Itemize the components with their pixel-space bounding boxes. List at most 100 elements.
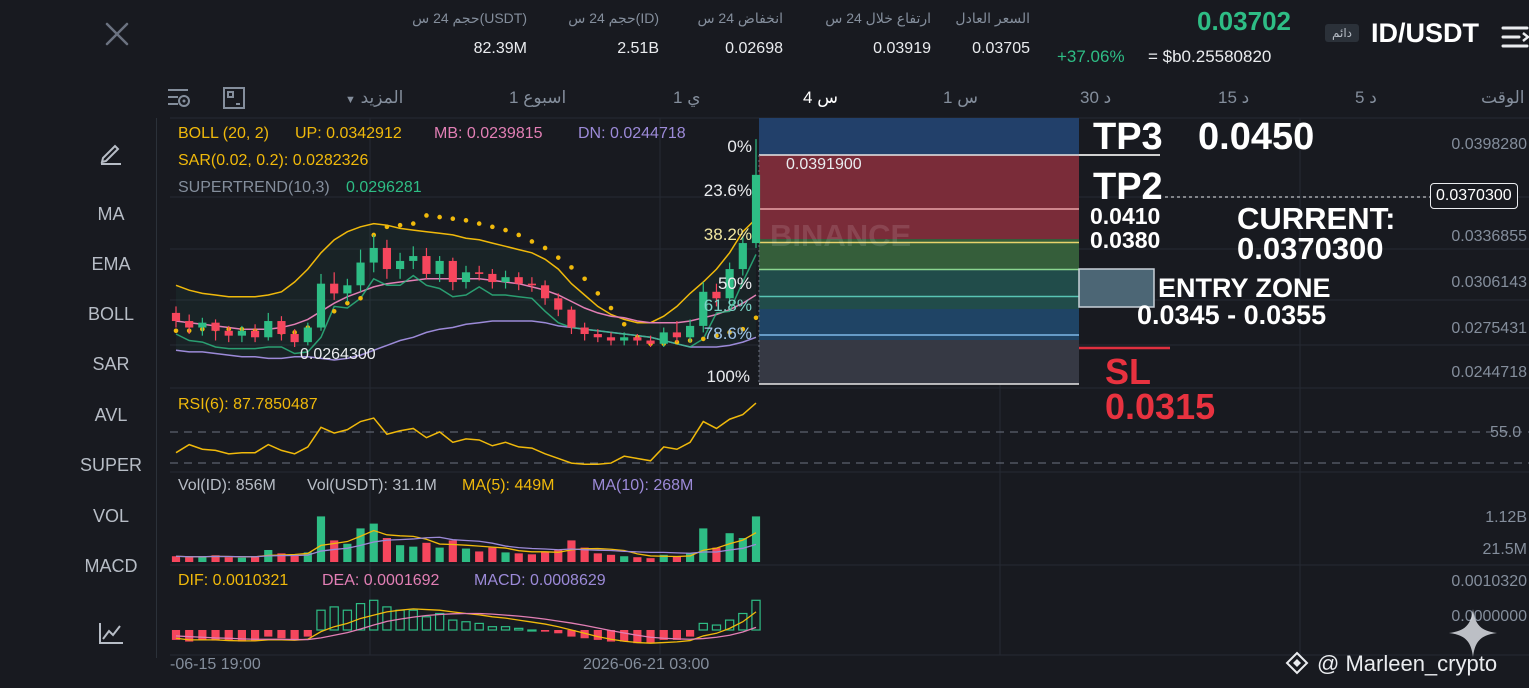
volume-bar: [382, 538, 391, 562]
supertrend-value: 0.0296281: [346, 179, 422, 196]
volume-bar: [448, 540, 457, 562]
candle-body: [672, 332, 681, 338]
volume-bar: [185, 557, 194, 562]
candle-body: [633, 337, 642, 341]
boll-name: BOLL (20, 2): [178, 125, 270, 142]
sar-dot: [463, 218, 469, 223]
candle-body: [620, 337, 629, 341]
sar-dot: [490, 224, 495, 230]
macd-bar: [421, 616, 432, 631]
sar-dot: [476, 221, 482, 226]
macd-bar: [211, 630, 220, 641]
macd-bar: [408, 609, 418, 631]
boll-up: UP: 0.0342912: [295, 125, 402, 142]
macd-bar: [711, 624, 722, 631]
candle-body: [567, 309, 576, 328]
fib-label-50: 50%: [717, 274, 752, 293]
macd-bar: [751, 599, 761, 631]
macd-bar: [434, 612, 445, 631]
macd-bar: [355, 602, 366, 631]
volume-bar: [725, 533, 734, 562]
entry-zone-value: 0.0345 - 0.0355: [1137, 300, 1327, 330]
fib-label-236: 23.6%: [703, 181, 752, 200]
candle-body: [422, 256, 431, 274]
volume-bar: [171, 556, 181, 562]
sar-dot: [582, 276, 587, 282]
macd-bar: [686, 630, 695, 637]
sar-dot: [173, 328, 179, 334]
volume-bar: [699, 528, 708, 562]
volume-bar: [475, 551, 484, 562]
volume-bar: [488, 547, 497, 562]
price-axis-label: 0.0336855: [1451, 228, 1527, 245]
volume-bar: [422, 542, 431, 562]
volume-bar: [251, 556, 260, 562]
volume-bar: [501, 552, 510, 562]
sar-value: SAR(0.02, 0.2): 0.0282326: [178, 152, 369, 169]
candle-body: [527, 283, 536, 286]
price-axis-label: 0.0398280: [1451, 136, 1527, 153]
candle-body: [409, 256, 418, 261]
volume-bar: [198, 556, 207, 562]
macd-axis-label: 0.0010320: [1451, 573, 1527, 590]
high-price-label: 0.0391900: [786, 156, 862, 173]
macd-bar: [620, 630, 629, 642]
sar-dot: [569, 265, 574, 270]
candle-body: [343, 285, 352, 294]
macd-bar: [224, 630, 233, 641]
fib-label-786: 78.6%: [703, 324, 752, 343]
boll-mb: MB: 0.0239815: [434, 125, 543, 142]
volume-bar: [514, 553, 523, 562]
candle-body: [448, 260, 457, 283]
candle-body: [356, 262, 365, 286]
price-axis-label: 0.0244718: [1451, 364, 1527, 381]
candle-body: [171, 312, 181, 322]
macd-dea: DEA: 0.0001692: [322, 572, 440, 589]
macd-bar: [698, 622, 708, 631]
volume-bar: [633, 557, 642, 562]
candle-body: [541, 285, 550, 299]
sparkle-icon: [1447, 607, 1499, 659]
macd-bar: [514, 627, 524, 631]
tp2-value-2: 0.0380: [1090, 227, 1161, 253]
time-axis-label: 2026-06-21 03:00: [583, 656, 710, 673]
candle-body: [501, 277, 510, 283]
volume-bar: [343, 543, 352, 562]
macd-bar: [487, 626, 498, 631]
candle-body: [659, 332, 668, 344]
macd-bar: [633, 630, 642, 644]
candle-body: [738, 243, 747, 270]
rsi-axis-label: 55.0: [1490, 424, 1522, 441]
volume-bar: [712, 547, 721, 562]
candle-body: [435, 260, 444, 274]
vol-axis-label: 21.5M: [1482, 541, 1527, 558]
sar-dot: [542, 245, 548, 251]
sar-dot: [529, 239, 535, 244]
sar-dot: [437, 214, 442, 220]
supertrend-label: SUPERTREND(10,3): [178, 179, 330, 196]
volume-bars: [171, 516, 761, 562]
diamond-logo-icon: [1285, 651, 1309, 675]
price-axis-label: 0.0275431: [1451, 320, 1527, 337]
sar-dot: [424, 213, 429, 218]
sar-dot: [397, 222, 403, 228]
candle-body: [224, 330, 233, 336]
macd-bar: [593, 630, 602, 640]
candle-body: [382, 247, 391, 270]
macd-histogram: [171, 599, 761, 644]
macd-bar: [237, 630, 246, 642]
macd-bar: [554, 630, 563, 634]
candle-body: [251, 330, 260, 338]
candle-body: [185, 321, 194, 328]
sar-dot: [608, 305, 614, 311]
volume-bar: [316, 516, 326, 562]
macd-bar: [303, 630, 312, 637]
candle-body: [316, 283, 326, 328]
tp3-label: TP3: [1093, 116, 1163, 158]
volume-bar: [435, 547, 444, 562]
candle-body: [369, 247, 378, 263]
macd-bar: [342, 609, 353, 631]
candle-body: [554, 298, 563, 310]
vol-usdt: Vol(USDT): 31.1M: [307, 477, 437, 494]
sar-dot: [384, 224, 390, 230]
